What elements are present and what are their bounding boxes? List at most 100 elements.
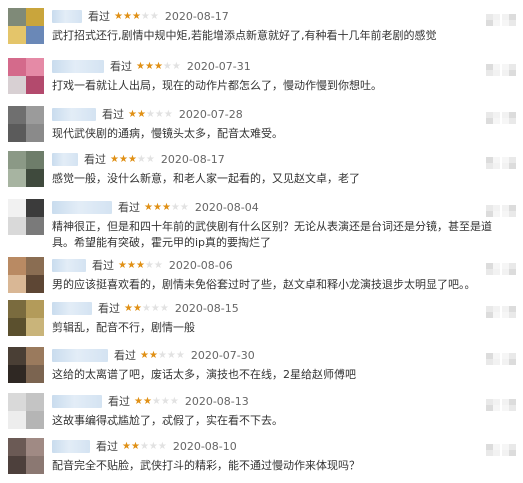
star-icon: ★	[118, 259, 127, 271]
star-icon: ★	[153, 259, 163, 271]
star-icon: ★	[140, 10, 150, 22]
vote-icon[interactable]	[502, 14, 516, 26]
review-item: 看过 ★★★★★ 2020-08-04 精神很正，但是和四十年前的武侠剧有什么区…	[0, 195, 523, 253]
review-text: 打戏一看就让人出局，现在的动作片都怎么了，慢动作慢到你想吐。	[52, 79, 382, 92]
star-icon: ★	[135, 259, 145, 271]
vote-icon[interactable]	[502, 157, 516, 169]
vote-icon[interactable]	[502, 399, 516, 411]
star-icon: ★	[136, 108, 146, 120]
username[interactable]	[52, 439, 90, 453]
star-icon: ★	[161, 201, 171, 213]
vote-icon[interactable]	[486, 64, 500, 76]
avatar[interactable]	[8, 257, 44, 293]
review-date: 2020-08-15	[174, 301, 239, 315]
username[interactable]	[52, 152, 78, 166]
avatar[interactable]	[8, 151, 44, 187]
watch-status: 看过	[98, 302, 120, 315]
vote-icon[interactable]	[502, 64, 516, 76]
review-text: 剪辑乱，配音不行，剧情一般	[52, 321, 195, 334]
star-icon: ★	[162, 60, 172, 72]
star-icon: ★	[126, 259, 136, 271]
star-icon: ★	[153, 60, 163, 72]
avatar[interactable]	[8, 106, 44, 142]
vote-icon[interactable]	[486, 205, 500, 217]
review-text: 现代武侠剧的通病，慢镜头太多，配音太难受。	[52, 127, 283, 140]
review-text: 男的应该挺喜欢看的，剧情未免俗套过时了些，赵文卓和释小龙演技退步太明显了吧。。	[52, 278, 476, 291]
star-icon: ★	[170, 201, 180, 213]
vote-icon[interactable]	[502, 353, 516, 365]
star-icon: ★	[150, 302, 160, 314]
vote-icon[interactable]	[486, 157, 500, 169]
rating-stars: ★★★★★	[144, 202, 189, 213]
username[interactable]	[52, 9, 82, 23]
avatar[interactable]	[8, 347, 44, 383]
star-icon: ★	[110, 153, 119, 165]
avatar[interactable]	[8, 8, 44, 44]
star-icon: ★	[144, 201, 153, 213]
star-icon: ★	[148, 349, 158, 361]
review-text: 这给的太离谱了吧，废话太多，演技也不在线，2星给赵师傅吧	[52, 368, 356, 381]
watch-status: 看过	[110, 60, 132, 73]
review-date: 2020-08-17	[160, 152, 225, 166]
avatar[interactable]	[8, 58, 44, 94]
star-icon: ★	[148, 440, 158, 452]
review-item: 看过 ★★★★★ 2020-08-13 这故事编得忒尴尬了，忒假了，实在看不下去…	[0, 389, 523, 437]
username[interactable]	[52, 348, 108, 362]
vote-icon[interactable]	[502, 306, 516, 318]
rating-stars: ★★★★★	[128, 109, 173, 120]
star-icon: ★	[175, 349, 185, 361]
review-text: 感觉一般，没什么新意，和老人家一起看的，又见赵文卓，老了	[52, 172, 360, 185]
avatar[interactable]	[8, 300, 44, 336]
review-item: 看过 ★★★★★ 2020-08-15 剪辑乱，配音不行，剧情一般	[0, 296, 523, 344]
vote-icon[interactable]	[486, 263, 500, 275]
star-icon: ★	[136, 60, 145, 72]
watch-status: 看过	[84, 153, 106, 166]
star-icon: ★	[169, 395, 179, 407]
vote-icon[interactable]	[486, 112, 500, 124]
star-icon: ★	[145, 108, 155, 120]
star-icon: ★	[166, 349, 176, 361]
avatar[interactable]	[8, 438, 44, 474]
star-icon: ★	[127, 153, 137, 165]
avatar[interactable]	[8, 199, 44, 235]
review-item: 看过 ★★★★★ 2020-08-17 武打招式还行,剧情中规中矩,若能增添点新…	[0, 4, 523, 52]
username[interactable]	[52, 200, 112, 214]
review-item: 看过 ★★★★★ 2020-07-28 现代武侠剧的通病，慢镜头太多，配音太难受…	[0, 102, 523, 150]
review-date: 2020-07-31	[186, 59, 251, 73]
vote-icon[interactable]	[502, 444, 516, 456]
vote-icon[interactable]	[502, 263, 516, 275]
username[interactable]	[52, 301, 92, 315]
review-item: 看过 ★★★★★ 2020-08-17 感觉一般，没什么新意，和老人家一起看的，…	[0, 147, 523, 195]
star-icon: ★	[154, 108, 164, 120]
rating-stars: ★★★★★	[122, 441, 167, 452]
username[interactable]	[52, 258, 86, 272]
watch-status: 看过	[118, 201, 140, 214]
star-icon: ★	[114, 10, 123, 22]
review-item: 看过 ★★★★★ 2020-07-31 打戏一看就让人出局，现在的动作片都怎么了…	[0, 54, 523, 102]
star-icon: ★	[128, 108, 137, 120]
star-icon: ★	[134, 395, 143, 407]
vote-icon[interactable]	[486, 14, 500, 26]
star-icon: ★	[131, 10, 141, 22]
star-icon: ★	[160, 395, 170, 407]
rating-stars: ★★★★★	[118, 260, 163, 271]
watch-status: 看过	[102, 108, 124, 121]
vote-icon[interactable]	[502, 112, 516, 124]
vote-icon[interactable]	[502, 205, 516, 217]
star-icon: ★	[171, 60, 181, 72]
star-icon: ★	[122, 10, 132, 22]
username[interactable]	[52, 59, 104, 73]
star-icon: ★	[118, 153, 128, 165]
vote-icon[interactable]	[486, 444, 500, 456]
vote-icon[interactable]	[486, 399, 500, 411]
review-date: 2020-08-17	[164, 9, 229, 23]
review-date: 2020-07-28	[178, 107, 243, 121]
vote-icon[interactable]	[486, 306, 500, 318]
star-icon: ★	[179, 201, 189, 213]
username[interactable]	[52, 107, 96, 121]
review-item: 看过 ★★★★★ 2020-08-06 男的应该挺喜欢看的，剧情未免俗套过时了些…	[0, 253, 523, 301]
vote-icon[interactable]	[486, 353, 500, 365]
username[interactable]	[52, 394, 102, 408]
star-icon: ★	[141, 302, 151, 314]
avatar[interactable]	[8, 393, 44, 429]
